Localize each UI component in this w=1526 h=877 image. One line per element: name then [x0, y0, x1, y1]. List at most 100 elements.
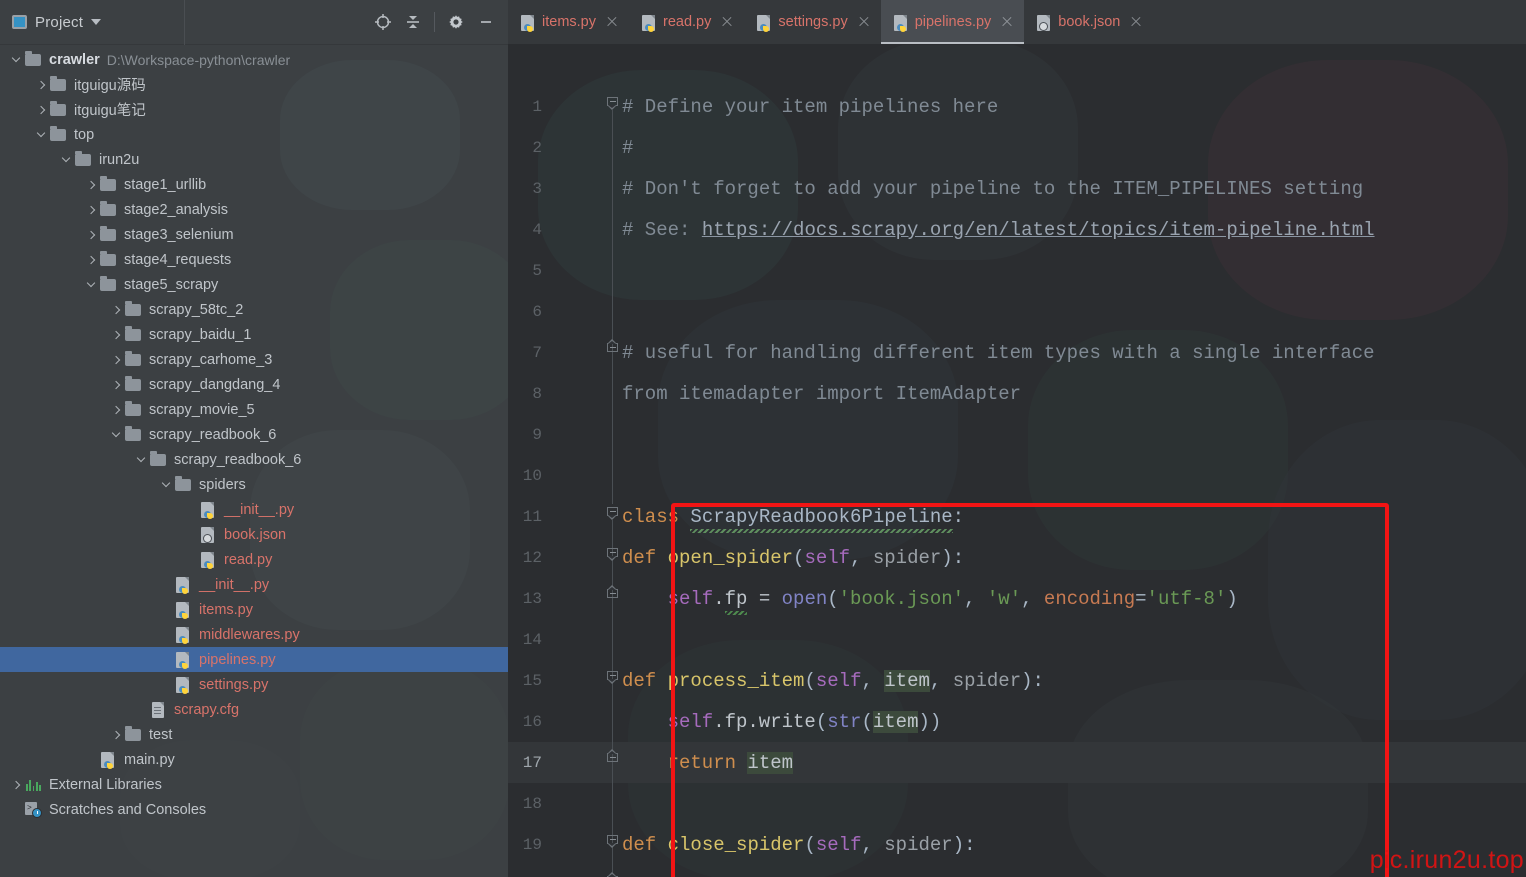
tree-item-irun2u[interactable]: irun2u	[0, 147, 508, 172]
editor-tab-settings-py[interactable]: settings.py	[744, 0, 880, 44]
tree-item-itguigu-[interactable]: itguigu笔记	[0, 97, 508, 122]
tree-item-main-py[interactable]: main.py	[0, 747, 508, 772]
code-line[interactable]: #	[622, 139, 633, 158]
tree-item-crawler[interactable]: crawlerD:\Workspace-python\crawler	[0, 47, 508, 72]
folder-icon	[125, 327, 143, 343]
code-line[interactable]: # See: https://docs.scrapy.org/en/latest…	[622, 221, 1375, 240]
tree-item-scrapy_58tc_2[interactable]: scrapy_58tc_2	[0, 297, 508, 322]
tree-item-__init__-py[interactable]: __init__.py	[0, 572, 508, 597]
tree-item-scrapy_readbook_6[interactable]: scrapy_readbook_6	[0, 447, 508, 472]
tree-item-scrapy_baidu_1[interactable]: scrapy_baidu_1	[0, 322, 508, 347]
python-file-icon	[756, 14, 771, 31]
locate-icon[interactable]	[369, 8, 397, 36]
tree-item-stage5_scrapy[interactable]: stage5_scrapy	[0, 272, 508, 297]
code-line[interactable]: # Define your item pipelines here	[622, 98, 998, 117]
code-area[interactable]: 1234567891011121314151617181920 # Define…	[508, 45, 1526, 877]
tree-item-scrapy-cfg[interactable]: scrapy.cfg	[0, 697, 508, 722]
tree-item-label: scrapy.cfg	[174, 702, 239, 718]
tree-item-scrapy_movie_5[interactable]: scrapy_movie_5	[0, 397, 508, 422]
tree-item-stage2_analysis[interactable]: stage2_analysis	[0, 197, 508, 222]
tree-item-__init__-py[interactable]: __init__.py	[0, 497, 508, 522]
chevron-right-icon[interactable]	[108, 377, 124, 393]
chevron-right-icon[interactable]	[83, 227, 99, 243]
chevron-down-icon[interactable]	[133, 452, 149, 468]
tree-item-top[interactable]: top	[0, 122, 508, 147]
close-icon[interactable]	[857, 15, 871, 29]
scratches-icon: >	[25, 802, 43, 818]
source-code[interactable]: # Define your item pipelines here # # Don'…	[508, 45, 1526, 877]
code-line[interactable]: def process_item(self, item, spider):	[622, 672, 1044, 691]
python-file-icon	[200, 552, 218, 568]
close-icon[interactable]	[605, 15, 619, 29]
chevron-right-icon[interactable]	[83, 177, 99, 193]
close-icon[interactable]	[720, 15, 734, 29]
editor-tab-items-py[interactable]: items.py	[508, 0, 629, 44]
folder-icon	[125, 302, 143, 318]
chevron-right-icon[interactable]	[108, 727, 124, 743]
tree-item-read-py[interactable]: read.py	[0, 547, 508, 572]
tree-item-label: __init__.py	[199, 577, 269, 593]
tree-item-label: pipelines.py	[199, 652, 276, 668]
tree-item-external-libraries[interactable]: External Libraries	[0, 772, 508, 797]
close-icon[interactable]	[1129, 15, 1143, 29]
project-tree[interactable]: crawlerD:\Workspace-python\crawleritguig…	[0, 45, 508, 822]
tree-item-pipelines-py[interactable]: pipelines.py	[0, 647, 508, 672]
project-selector[interactable]: Project	[0, 0, 185, 45]
chevron-right-icon[interactable]	[83, 252, 99, 268]
chevron-down-icon[interactable]	[58, 152, 74, 168]
tree-item-settings-py[interactable]: settings.py	[0, 672, 508, 697]
folder-icon	[75, 152, 93, 168]
tree-item-scrapy_readbook_6[interactable]: scrapy_readbook_6	[0, 422, 508, 447]
settings-gear-icon[interactable]	[442, 8, 470, 36]
chevron-down-icon[interactable]	[8, 52, 24, 68]
code-line[interactable]: # useful for handling different item typ…	[622, 344, 1375, 363]
tree-item-scratches-and-consoles[interactable]: >Scratches and Consoles	[0, 797, 508, 822]
chevron-right-icon[interactable]	[108, 402, 124, 418]
code-line[interactable]: def close_spider(self, spider):	[622, 836, 976, 855]
external-libraries-icon	[25, 777, 43, 793]
tree-item-test[interactable]: test	[0, 722, 508, 747]
chevron-right-icon[interactable]	[8, 777, 24, 793]
code-line[interactable]: self.fp = open('book.json', 'w', encodin…	[668, 590, 1238, 609]
tree-item-scrapy_carhome_3[interactable]: scrapy_carhome_3	[0, 347, 508, 372]
folder-icon	[100, 227, 118, 243]
chevron-right-icon[interactable]	[108, 302, 124, 318]
tree-item-middlewares-py[interactable]: middlewares.py	[0, 622, 508, 647]
folder-icon	[50, 77, 68, 93]
tree-item-stage3_selenium[interactable]: stage3_selenium	[0, 222, 508, 247]
tree-item-stage1_urllib[interactable]: stage1_urllib	[0, 172, 508, 197]
tree-item-itguigu-[interactable]: itguigu源码	[0, 72, 508, 97]
folder-icon	[125, 427, 143, 443]
code-line[interactable]: def open_spider(self, spider):	[622, 549, 964, 568]
editor-tab-read-py[interactable]: read.py	[629, 0, 744, 44]
chevron-down-icon[interactable]	[158, 477, 174, 493]
folder-icon	[125, 377, 143, 393]
editor-tab-pipelines-py[interactable]: pipelines.py	[881, 0, 1025, 44]
tree-spacer	[183, 502, 199, 518]
tree-item-items-py[interactable]: items.py	[0, 597, 508, 622]
chevron-right-icon[interactable]	[33, 77, 49, 93]
code-line[interactable]: class ScrapyReadbook6Pipeline:	[622, 508, 964, 527]
chevron-down-icon[interactable]	[33, 127, 49, 143]
chevron-down-icon[interactable]	[83, 277, 99, 293]
code-line[interactable]: return item	[668, 754, 793, 773]
chevron-right-icon[interactable]	[33, 102, 49, 118]
editor-tab-bar[interactable]: items.pyread.pysettings.py pipelines.py bo…	[508, 0, 1526, 45]
close-icon[interactable]	[1000, 15, 1014, 29]
tree-item-scrapy_dangdang_4[interactable]: scrapy_dangdang_4	[0, 372, 508, 397]
chevron-right-icon[interactable]	[108, 352, 124, 368]
tree-item-spiders[interactable]: spiders	[0, 472, 508, 497]
chevron-down-icon[interactable]	[108, 427, 124, 443]
chevron-right-icon[interactable]	[83, 202, 99, 218]
editor-tab-label: pipelines.py	[915, 14, 992, 30]
minimize-icon[interactable]	[472, 8, 500, 36]
chevron-right-icon[interactable]	[108, 327, 124, 343]
python-file-icon	[175, 627, 193, 643]
code-line[interactable]: # Don't forget to add your pipeline to t…	[622, 180, 1363, 199]
tree-item-book-json[interactable]: book.json	[0, 522, 508, 547]
code-line[interactable]: self.fp.write(str(item))	[668, 713, 942, 732]
collapse-all-icon[interactable]	[399, 8, 427, 36]
editor-tab-book-json[interactable]: book.json	[1024, 0, 1153, 44]
tree-item-stage4_requests[interactable]: stage4_requests	[0, 247, 508, 272]
code-line[interactable]: from itemadapter import ItemAdapter	[622, 385, 1021, 404]
